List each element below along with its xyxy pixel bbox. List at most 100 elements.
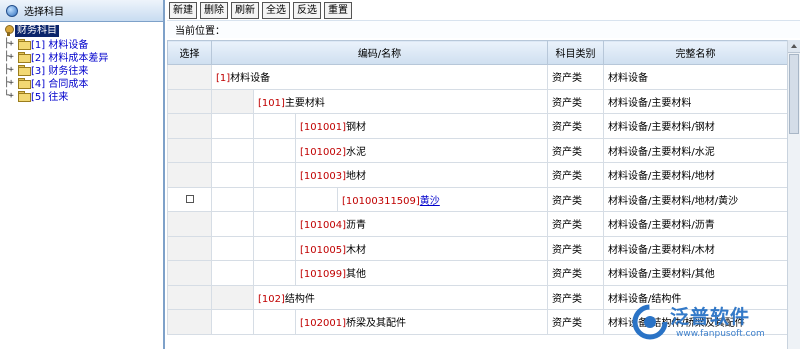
code-name-cell: [101004]沥青 — [295, 211, 548, 237]
code-name-cell: [102]结构件 — [253, 284, 548, 310]
table-row[interactable]: [101001]钢材 资产类 材料设备/主要材料/钢材 — [167, 113, 787, 139]
indent-cell — [211, 211, 254, 237]
delete-button[interactable]: 删除 — [200, 2, 228, 19]
subject-tree-panel: 选择科目 财务科目 ├+ [1] 材料设备 ├+ [2] 材料成本差异 ├+ [3] 财务… — [0, 0, 165, 349]
table-row[interactable]: [101004]沥青 资产类 材料设备/主要材料/沥青 — [167, 211, 787, 237]
select-cell — [167, 137, 212, 163]
code-name-cell: [1]材料设备 — [211, 64, 548, 90]
full-name-cell: 材料设备/结构件 — [603, 284, 787, 310]
breadcrumb: 当前位置： — [167, 20, 800, 38]
new-button[interactable]: 新建 — [169, 2, 197, 19]
select-cell — [167, 64, 212, 90]
full-name-cell: 材料设备/主要材料/木材 — [603, 235, 787, 261]
subject-code: [101004] — [300, 220, 346, 232]
subject-name: 沥青 — [345, 220, 366, 232]
invert-selection-button[interactable]: 反选 — [293, 2, 321, 19]
table-row[interactable]: [101099]其他 资产类 材料设备/主要材料/其他 — [167, 260, 787, 286]
toolbar: 新建 删除 刷新 全选 反选 重置 — [167, 0, 800, 20]
table-row[interactable]: [101002]水泥 资产类 材料设备/主要材料/水泥 — [167, 137, 787, 163]
header-code-name[interactable]: 编码/名称 — [211, 40, 548, 65]
subject-name: 地材 — [345, 171, 366, 183]
scroll-up-arrow-icon[interactable] — [788, 40, 800, 53]
tree-item-label[interactable]: [5] 往来 — [31, 88, 68, 103]
subject-name[interactable]: 黄沙 — [420, 196, 440, 207]
subject-name: 其他 — [345, 269, 366, 281]
select-all-button[interactable]: 全选 — [262, 2, 290, 19]
tree-expander-icon[interactable]: ├+ — [4, 52, 18, 62]
table-row[interactable]: [101003]地材 资产类 材料设备/主要材料/地材 — [167, 162, 787, 188]
subject-code: [101099] — [300, 269, 346, 281]
row-checkbox[interactable] — [185, 194, 194, 203]
select-cell[interactable] — [167, 186, 212, 212]
subject-name: 材料设备 — [230, 73, 271, 85]
category-cell: 资产类 — [547, 260, 604, 286]
subject-name: 结构件 — [284, 293, 315, 305]
code-name-cell: [101003]地材 — [295, 162, 548, 188]
globe-icon — [6, 4, 18, 17]
scrollbar-thumb[interactable] — [789, 54, 799, 134]
subject-code: [102001] — [300, 318, 346, 330]
subject-name: 钢材 — [345, 122, 366, 134]
tree-item[interactable]: ├+ [4] 合同成本 — [4, 76, 163, 91]
indent-cell — [211, 113, 254, 139]
table-row[interactable]: [102001]桥梁及其配件 资产类 材料设备/结构件/桥梁及其配件 — [167, 309, 787, 335]
tree-expander-icon[interactable]: ├+ — [4, 65, 18, 75]
tree-item[interactable]: └+ [5] 往来 — [4, 88, 163, 104]
header-select: 选择 — [167, 40, 212, 65]
tree-expander-icon[interactable]: ├+ — [4, 78, 18, 88]
table-row[interactable]: [102]结构件 资产类 材料设备/结构件 — [167, 284, 787, 310]
tree-expander-icon[interactable]: └+ — [4, 91, 18, 101]
subject-code: [10100311509] — [342, 195, 420, 207]
category-cell: 资产类 — [547, 186, 604, 212]
full-name-cell: 材料设备/主要材料/水泥 — [603, 137, 787, 163]
subject-grid-container: 选择 编码/名称 科目类别 完整名称 [1]材料设备 资产类 材料设备 [101]主要… — [167, 40, 787, 349]
full-name-cell: 材料设备/主要材料/地材/黄沙 — [603, 186, 787, 212]
indent-cell — [253, 309, 296, 335]
full-name-cell: 材料设备 — [603, 64, 787, 90]
tree-panel-header: 选择科目 — [0, 0, 163, 22]
subject-code: [101003] — [300, 171, 346, 183]
vertical-scrollbar[interactable] — [787, 40, 800, 349]
folder-icon — [18, 65, 31, 76]
subject-code: [101002] — [300, 146, 346, 158]
subject-grid: 选择 编码/名称 科目类别 完整名称 [1]材料设备 资产类 材料设备 [101]主要… — [167, 40, 787, 335]
table-row[interactable]: [101]主要材料 资产类 材料设备/主要材料 — [167, 88, 787, 114]
select-cell — [167, 235, 212, 261]
folder-icon — [18, 39, 31, 50]
code-name-cell: [10100311509]黄沙 — [337, 186, 548, 212]
category-cell: 资产类 — [547, 113, 604, 139]
app-window: 选择科目 财务科目 ├+ [1] 材料设备 ├+ [2] 材料成本差异 ├+ [3] 财务… — [0, 0, 800, 349]
full-name-cell: 材料设备/主要材料/沥青 — [603, 211, 787, 237]
breadcrumb-label: 当前位置： — [175, 26, 225, 37]
reset-button[interactable]: 重置 — [324, 2, 352, 19]
tree-panel-title: 选择科目 — [24, 7, 64, 18]
indent-cell — [253, 211, 296, 237]
code-name-cell: [101001]钢材 — [295, 113, 548, 139]
code-name-cell: [101]主要材料 — [253, 88, 548, 114]
indent-cell — [211, 88, 254, 114]
indent-cell — [211, 235, 254, 261]
table-row[interactable]: [1]材料设备 资产类 材料设备 — [167, 64, 787, 90]
refresh-button[interactable]: 刷新 — [231, 2, 259, 19]
indent-cell — [211, 260, 254, 286]
category-cell: 资产类 — [547, 88, 604, 114]
code-name-cell: [101005]木材 — [295, 235, 548, 261]
full-name-cell: 材料设备/主要材料/其他 — [603, 260, 787, 286]
subject-name: 桥梁及其配件 — [345, 318, 406, 330]
subject-name: 主要材料 — [284, 97, 325, 109]
code-name-cell: [102001]桥梁及其配件 — [295, 309, 548, 335]
header-full-name[interactable]: 完整名称 — [603, 40, 787, 65]
category-cell: 资产类 — [547, 137, 604, 163]
folder-icon — [18, 78, 31, 89]
subject-code: [102] — [258, 293, 285, 305]
indent-cell — [211, 284, 254, 310]
subject-code: [1] — [216, 73, 231, 85]
grid-body: [1]材料设备 资产类 材料设备 [101]主要材料 资产类 材料设备/主要材料 [1010… — [167, 64, 787, 335]
table-row[interactable]: [10100311509]黄沙 资产类 材料设备/主要材料/地材/黄沙 — [167, 186, 787, 212]
tree-expander-icon[interactable]: ├+ — [4, 39, 18, 49]
header-category[interactable]: 科目类别 — [547, 40, 604, 65]
tree-root-label[interactable]: 财务科目 — [15, 24, 59, 37]
select-cell — [167, 284, 212, 310]
table-row[interactable]: [101005]木材 资产类 材料设备/主要材料/木材 — [167, 235, 787, 261]
grid-header-row: 选择 编码/名称 科目类别 完整名称 — [167, 40, 787, 65]
